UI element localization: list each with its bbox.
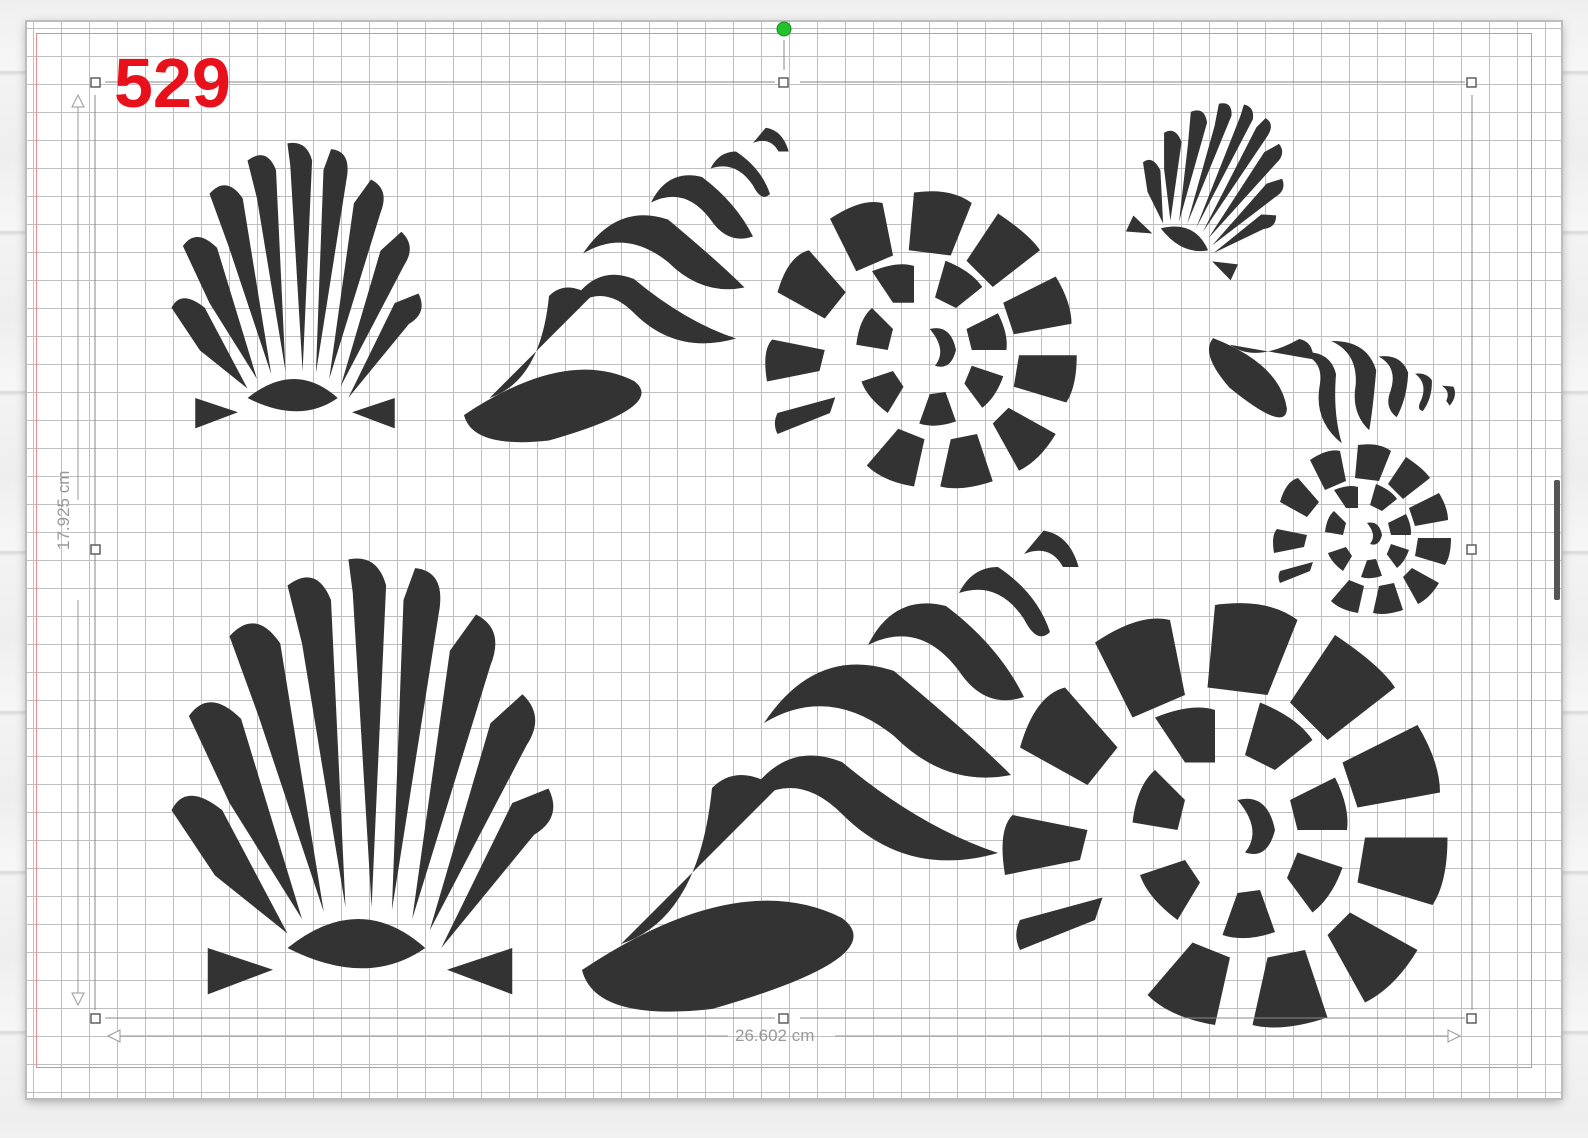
nautilus-shell-large[interactable]: [1002, 603, 1448, 1028]
conch-shell-large[interactable]: [582, 530, 1079, 1012]
design-number-label: 529: [114, 44, 231, 122]
nautilus-shell-medium[interactable]: [765, 191, 1077, 489]
scallop-shell-medium[interactable]: [171, 142, 422, 429]
height-dimension-line: [71, 93, 85, 1007]
scallop-shell-large[interactable]: [171, 558, 554, 995]
scallop-shell-small[interactable]: [1113, 75, 1315, 287]
design-stage: [71, 21, 1477, 1043]
rotate-handle[interactable]: [776, 21, 792, 37]
conch-shell-medium[interactable]: [464, 127, 789, 443]
width-dimension-label: 26.602 cm: [735, 1026, 815, 1045]
nautilus-shell-small[interactable]: [1273, 444, 1451, 614]
height-dimension-label: 17.925 cm: [54, 470, 73, 550]
